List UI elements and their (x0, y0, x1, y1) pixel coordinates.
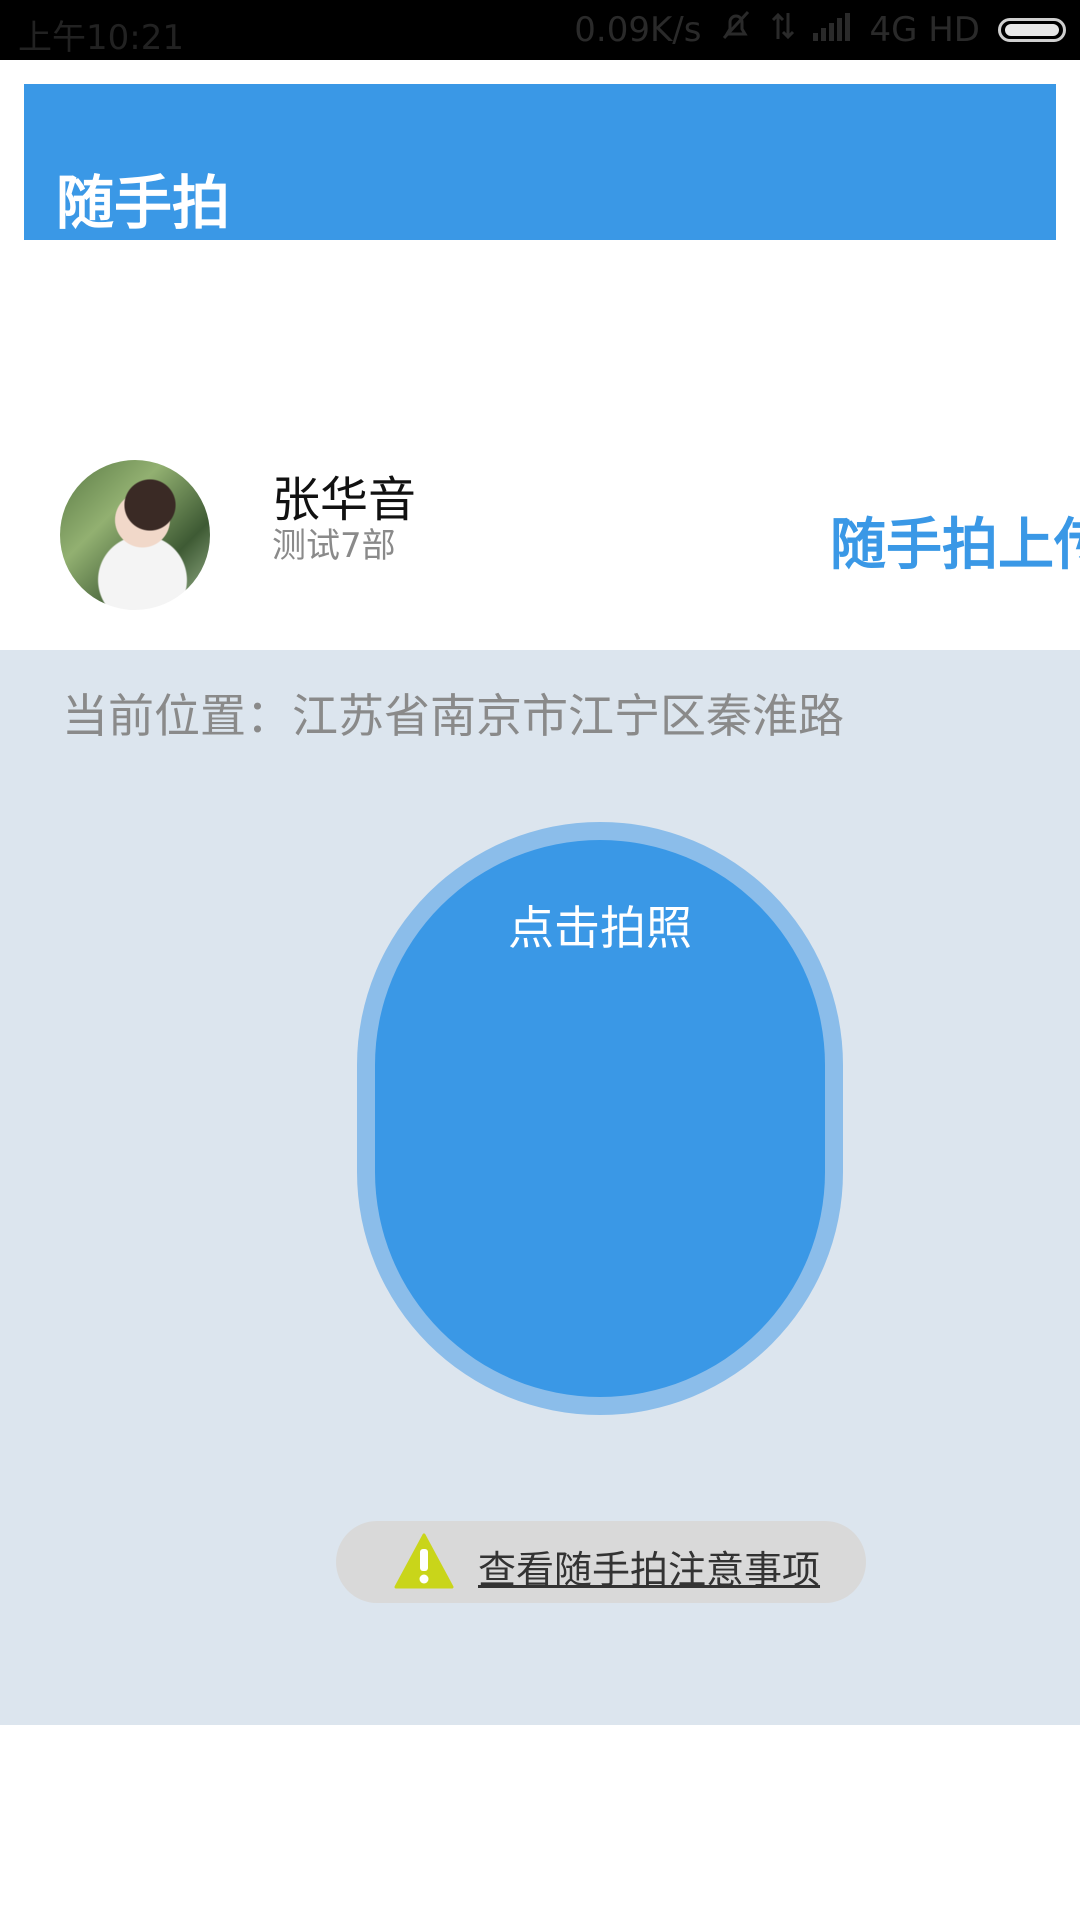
user-department: 测试7部 (272, 526, 396, 566)
notice-button[interactable]: 查看随手拍注意事项 (336, 1521, 866, 1603)
main-panel: 当前位置：江苏省南京市江宁区秦淮路 点击拍照 查看随手拍注意事项 (0, 650, 1080, 1725)
data-transfer-icon (771, 10, 795, 50)
app-bar: 随手拍 (24, 84, 1056, 240)
mute-bell-icon (719, 8, 753, 51)
status-bar: 上午10:21 0.09K/s 4G HD (0, 0, 1080, 60)
take-photo-label: 点击拍照 (508, 901, 692, 955)
upload-link[interactable]: 随手拍上传 (830, 500, 1080, 581)
page-title: 随手拍 (56, 169, 231, 237)
status-time: 上午10:21 (18, 18, 184, 58)
signal-icon (813, 10, 851, 50)
status-icons: 0.09K/s 4G HD (574, 8, 1066, 51)
network-speed: 0.09K/s (574, 9, 702, 50)
battery-icon (998, 17, 1066, 42)
network-type: 4G HD (869, 9, 980, 50)
take-photo-button[interactable]: 点击拍照 (375, 840, 825, 1397)
current-location: 当前位置：江苏省南京市江宁区秦淮路 (62, 689, 844, 743)
notice-link[interactable]: 查看随手拍注意事项 (478, 1539, 820, 1594)
avatar (60, 460, 210, 610)
warning-icon (394, 1533, 454, 1589)
